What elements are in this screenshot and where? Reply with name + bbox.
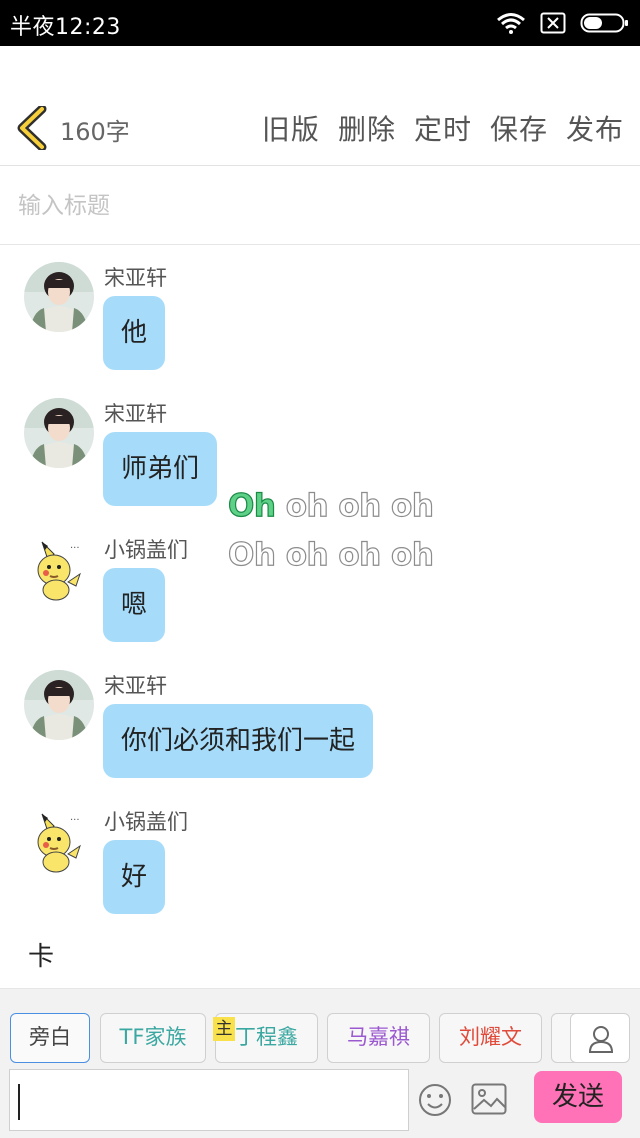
pikachu-avatar[interactable]: ... <box>24 806 94 876</box>
battery-icon <box>580 12 630 34</box>
toolbar-actions: 旧版 删除 定时 保存 发布 <box>262 108 624 148</box>
message-bubble[interactable]: 他 <box>103 296 166 370</box>
overlay-rest: oh oh oh <box>275 487 434 524</box>
message-bubble[interactable]: 师弟们 <box>103 432 218 506</box>
role-tag-tf-family[interactable]: TF家族 <box>100 1013 206 1063</box>
boy-photo-avatar[interactable] <box>24 670 94 740</box>
message-bubble[interactable]: 你们必须和我们一起 <box>103 704 374 778</box>
smiley-icon <box>419 1084 451 1116</box>
pikachu-avatar[interactable]: ... <box>24 534 94 604</box>
old-version-button[interactable]: 旧版 <box>262 108 320 148</box>
role-tag-liu[interactable]: 刘耀文 <box>439 1013 542 1063</box>
sender-name: 小锅盖们 <box>104 538 188 562</box>
title-input[interactable] <box>18 189 618 223</box>
message-list: 宋亚轩 他 宋亚轩 师弟们 ... 小锅盖们 嗯 宋亚轩 你们必须和我们一起 .… <box>0 246 640 988</box>
image-button[interactable] <box>471 1083 507 1115</box>
status-time: 半夜12:23 <box>10 15 121 40</box>
send-button[interactable]: 发送 <box>534 1071 622 1123</box>
boy-photo-avatar[interactable] <box>24 262 94 332</box>
status-bar: 半夜12:23 <box>0 0 640 46</box>
message-bubble[interactable]: 嗯 <box>103 568 166 642</box>
person-icon <box>588 1026 614 1053</box>
role-tag-ma[interactable]: 马嘉祺 <box>327 1013 430 1063</box>
svg-text:...: ... <box>70 540 80 551</box>
boy-photo-avatar[interactable] <box>24 398 94 468</box>
svg-text:...: ... <box>70 812 80 823</box>
editor-toolbar: 160字 旧版 删除 定时 保存 发布 <box>0 46 640 166</box>
schedule-button[interactable]: 定时 <box>414 108 472 148</box>
image-icon <box>471 1083 507 1115</box>
publish-button[interactable]: 发布 <box>566 108 624 148</box>
narration-text[interactable]: 卡 <box>28 936 54 973</box>
save-button[interactable]: 保存 <box>490 108 548 148</box>
sender-name: 宋亚轩 <box>104 674 167 698</box>
char-count: 160字 <box>60 118 130 146</box>
sender-name: 宋亚轩 <box>104 402 167 426</box>
text-caret <box>18 1084 20 1120</box>
chevron-left-icon <box>17 104 47 152</box>
role-tag-narration[interactable]: 旁白 <box>10 1013 90 1063</box>
delete-button[interactable]: 删除 <box>338 108 396 148</box>
composer-panel: 旁白 TF家族 丁程鑫 主 马嘉祺 刘耀文 发送 <box>0 988 640 1138</box>
overlay-lyric-line-1: Oh oh oh oh <box>227 487 434 524</box>
message-bubble[interactable]: 好 <box>103 840 166 914</box>
title-row <box>0 167 640 245</box>
sender-name: 宋亚轩 <box>104 266 167 290</box>
emoji-button[interactable] <box>418 1083 452 1117</box>
sender-name: 小锅盖们 <box>104 810 188 834</box>
overlay-highlight: Oh <box>227 487 276 524</box>
back-button[interactable] <box>14 104 54 152</box>
host-badge: 主 <box>213 1017 235 1041</box>
wifi-icon <box>496 12 526 34</box>
message-input[interactable] <box>9 1069 409 1131</box>
sim-card-icon <box>540 12 566 34</box>
add-role-button[interactable] <box>570 1013 630 1063</box>
status-icons <box>496 10 630 36</box>
overlay-lyric-line-2: Oh oh oh oh <box>227 536 434 573</box>
